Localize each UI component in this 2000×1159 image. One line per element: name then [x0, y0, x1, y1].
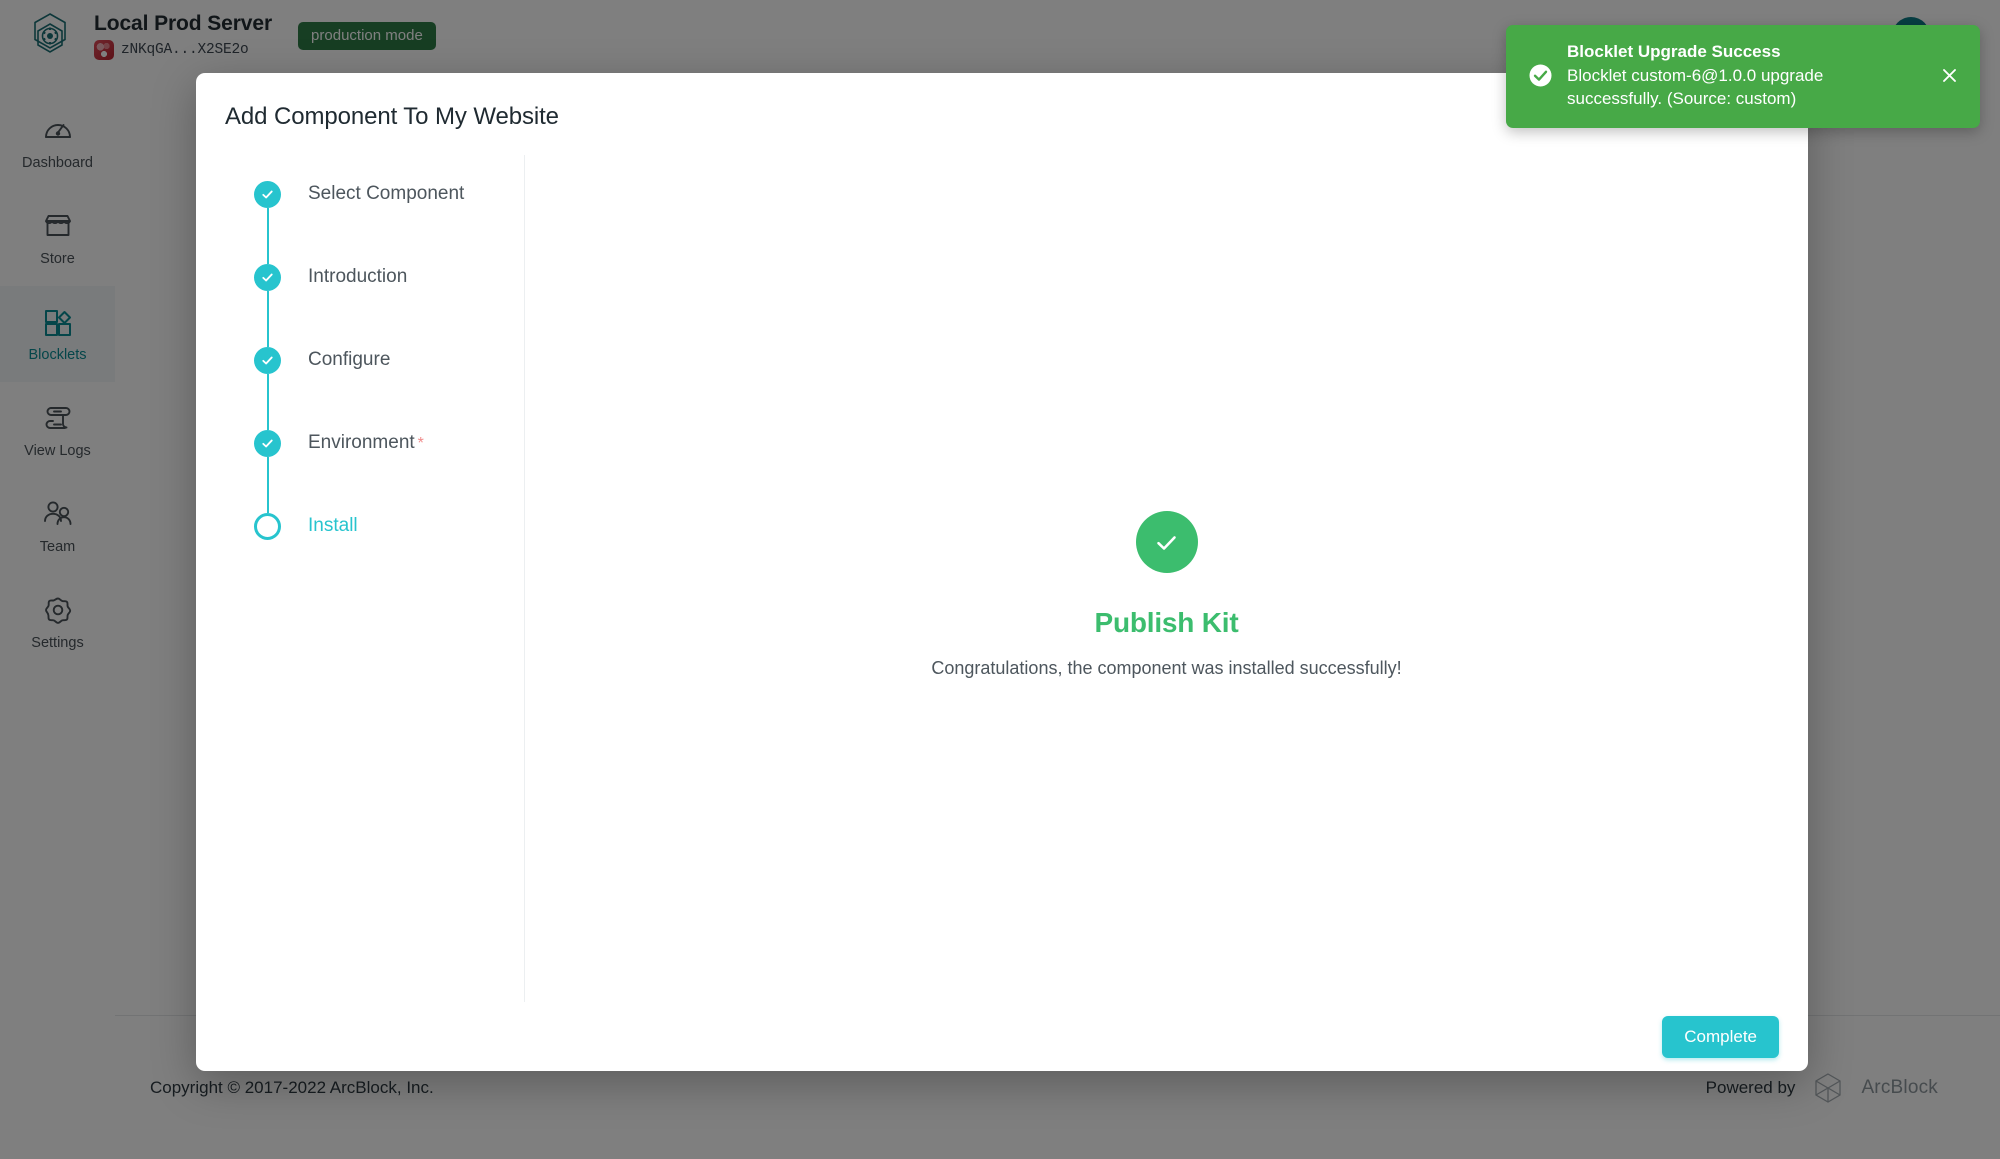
- step-done-check-icon: [254, 264, 281, 291]
- modal-footer: Complete: [196, 1003, 1808, 1071]
- stepper: Select Component Introduction Configure: [225, 170, 525, 542]
- add-component-modal: Add Component To My Website Select Compo…: [196, 73, 1808, 1071]
- toast-body: Blocklet Upgrade Success Blocklet custom…: [1567, 41, 1922, 111]
- step-label-text: Environment: [308, 432, 415, 453]
- toast-message: Blocklet custom-6@1.0.0 upgrade successf…: [1567, 65, 1824, 108]
- toast-notification: Blocklet Upgrade Success Blocklet custom…: [1506, 25, 1980, 128]
- step-label: Install: [308, 515, 358, 536]
- step-done-check-icon: [254, 430, 281, 457]
- step-environment[interactable]: Environment *: [225, 419, 525, 513]
- toast-title: Blocklet Upgrade Success: [1567, 42, 1781, 61]
- required-marker: *: [417, 435, 424, 452]
- close-icon[interactable]: [1936, 63, 1962, 89]
- step-install[interactable]: Install: [225, 502, 525, 542]
- complete-button[interactable]: Complete: [1662, 1016, 1779, 1058]
- result-title: Publish Kit: [1094, 607, 1239, 638]
- step-label: Introduction: [308, 266, 408, 287]
- step-current-ring-icon: [254, 513, 281, 540]
- app-root: Local Prod Server zNKqGA...X2SE2o produc…: [0, 0, 2000, 1159]
- step-done-check-icon: [254, 181, 281, 208]
- success-check-icon: [1135, 511, 1198, 573]
- step-label: Select Component: [308, 183, 465, 204]
- step-label: Environment *: [308, 432, 424, 454]
- step-introduction[interactable]: Introduction: [225, 253, 525, 347]
- result-message: Congratulations, the component was insta…: [931, 658, 1402, 678]
- install-result-panel: Publish Kit Congratulations, the compone…: [525, 155, 1808, 1002]
- step-label: Configure: [308, 349, 391, 370]
- step-select-component[interactable]: Select Component: [225, 170, 525, 264]
- step-configure[interactable]: Configure: [225, 336, 525, 430]
- step-done-check-icon: [254, 347, 281, 374]
- page-title: Add Component To My Website: [225, 103, 559, 130]
- success-check-circle-icon: [1528, 63, 1553, 88]
